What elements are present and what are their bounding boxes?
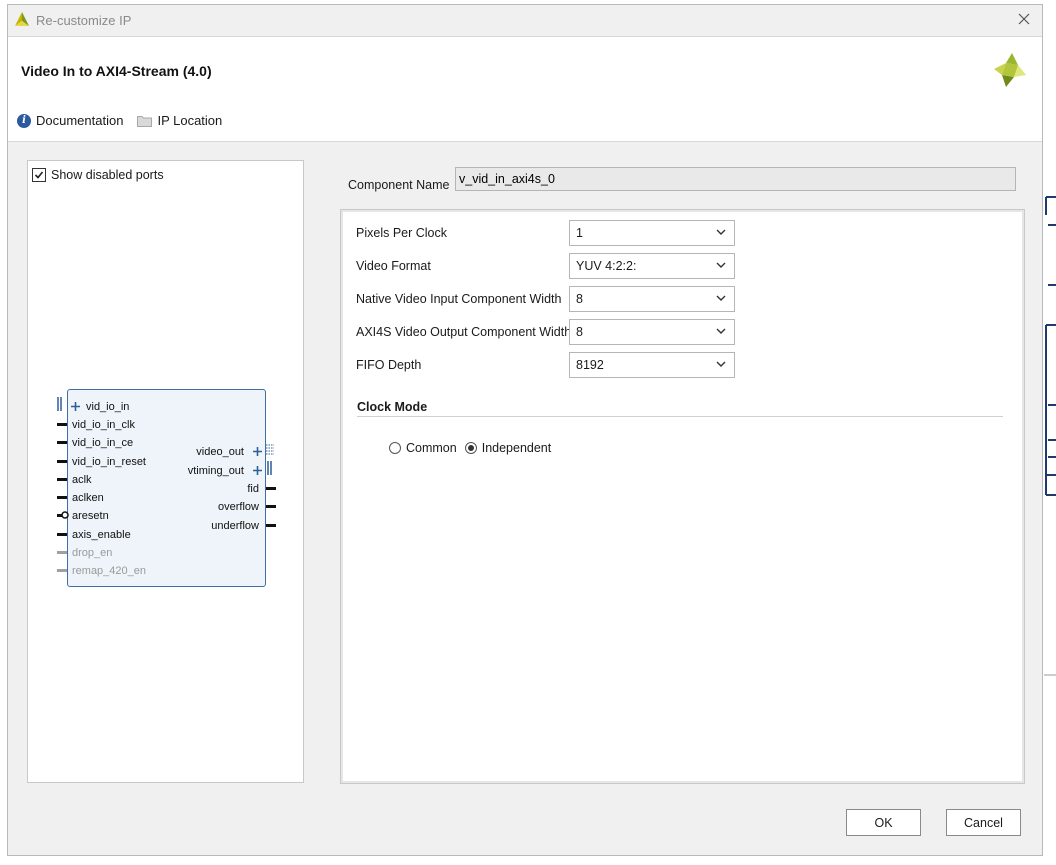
radio-button	[389, 442, 401, 454]
port-video-out: video_out	[196, 446, 244, 458]
cancel-button[interactable]: Cancel	[946, 809, 1021, 836]
info-icon: i	[17, 113, 31, 128]
ip-title: Video In to AXI4-Stream (4.0)	[21, 63, 212, 79]
pin	[266, 505, 276, 508]
param-row: Native Video Input Component Width 8	[356, 286, 736, 312]
port-vtiming-out: vtiming_out	[187, 465, 244, 477]
param-row: Pixels Per Clock 1	[356, 220, 736, 246]
port-vid-io-in-reset: vid_io_in_reset	[72, 456, 146, 468]
port-fid: fid	[247, 483, 259, 495]
param-label: Video Format	[356, 259, 431, 273]
pin	[57, 496, 67, 499]
param-label: AXI4S Video Output Component Width	[356, 325, 572, 339]
ip-header: Video In to AXI4-Stream (4.0) i Document…	[8, 36, 1042, 142]
ip-location-link[interactable]: IP Location	[137, 113, 222, 128]
video-stream-icon	[266, 444, 274, 455]
fifo-depth-select[interactable]: 8192	[569, 352, 735, 378]
param-row: AXI4S Video Output Component Width 8	[356, 319, 736, 345]
pixels-per-clock-select[interactable]: 1	[569, 220, 735, 246]
ip-location-label: IP Location	[157, 113, 223, 128]
header-links: i Documentation IP Location	[17, 113, 222, 128]
port-underflow: underflow	[211, 520, 259, 532]
pin	[57, 460, 67, 463]
pin	[57, 569, 67, 572]
folder-icon	[137, 116, 153, 127]
pin	[57, 533, 67, 536]
symbol-panel: Show disabled ports vid_io_in vid_io_in_…	[27, 160, 304, 783]
chevron-down-icon	[716, 295, 726, 301]
component-name-label: Component Name	[348, 178, 450, 192]
checkmark-icon	[34, 171, 44, 179]
bus-interface-icon	[57, 397, 62, 411]
radio-label: Independent	[481, 441, 552, 455]
param-label: FIFO Depth	[356, 358, 422, 372]
expand-plus-icon[interactable]	[252, 465, 263, 476]
port-vid-io-in: vid_io_in	[86, 401, 130, 413]
expand-plus-icon[interactable]	[70, 401, 81, 412]
pin	[266, 487, 276, 490]
title-bar: Re-customize IP	[8, 5, 1042, 35]
expand-plus-icon[interactable]	[252, 446, 263, 457]
ip-symbol-block: vid_io_in vid_io_in_clk vid_io_in_ce vid…	[67, 389, 266, 587]
video-format-select[interactable]: YUV 4:2:2:	[569, 253, 735, 279]
port-drop-en: drop_en	[72, 547, 113, 559]
clock-mode-radio-group: Common Independent	[389, 441, 551, 455]
ok-button[interactable]: OK	[846, 809, 921, 836]
component-name-input[interactable]	[455, 167, 1016, 191]
port-aclk: aclk	[72, 474, 92, 486]
recustomize-ip-dialog: Re-customize IP Video In to AXI4-Stream …	[7, 4, 1043, 856]
documentation-link[interactable]: i Documentation	[17, 113, 123, 128]
chevron-down-icon	[716, 328, 726, 334]
window-title: Re-customize IP	[36, 13, 132, 28]
vivado-logo-icon	[15, 12, 29, 26]
close-icon	[1018, 13, 1030, 25]
axi4s-output-width-select[interactable]: 8	[569, 319, 735, 345]
port-overflow: overflow	[218, 501, 259, 513]
show-disabled-ports-label: Show disabled ports	[51, 168, 164, 182]
clock-mode-independent-radio[interactable]: Independent	[464, 441, 552, 455]
radio-label: Common	[406, 441, 457, 455]
port-axis-enable: axis_enable	[72, 529, 131, 541]
background-canvas-lines	[1044, 196, 1056, 676]
native-video-input-width-select[interactable]: 8	[569, 286, 735, 312]
chevron-down-icon	[716, 229, 726, 235]
documentation-label: Documentation	[36, 113, 124, 128]
bus-interface-icon	[267, 461, 272, 475]
xilinx-logo-icon	[994, 53, 1026, 87]
active-low-bubble-icon	[61, 511, 69, 519]
radio-button	[464, 442, 477, 454]
pin	[57, 551, 67, 554]
pin	[266, 524, 276, 527]
chevron-down-icon	[716, 361, 726, 367]
port-vid-io-in-ce: vid_io_in_ce	[72, 437, 134, 449]
pin	[57, 423, 67, 426]
param-label: Native Video Input Component Width	[356, 292, 562, 306]
clock-mode-title: Clock Mode	[357, 400, 428, 414]
configuration-panel: Pixels Per Clock 1 Video Format YUV 4:2:…	[340, 209, 1025, 784]
param-row: Video Format YUV 4:2:2:	[356, 253, 736, 279]
clock-mode-common-radio[interactable]: Common	[389, 441, 457, 455]
port-remap-420-en: remap_420_en	[72, 565, 147, 577]
param-label: Pixels Per Clock	[356, 226, 447, 240]
port-vid-io-in-clk: vid_io_in_clk	[72, 419, 135, 431]
close-button[interactable]	[1014, 9, 1034, 29]
show-disabled-ports-checkbox[interactable]: Show disabled ports	[32, 168, 164, 182]
chevron-down-icon	[716, 262, 726, 268]
port-aresetn: aresetn	[72, 510, 109, 522]
param-row: FIFO Depth 8192	[356, 352, 736, 378]
divider	[357, 416, 1003, 417]
port-aclken: aclken	[72, 492, 104, 504]
pin	[57, 441, 67, 444]
pin	[57, 478, 67, 481]
checkbox-box	[32, 168, 46, 182]
